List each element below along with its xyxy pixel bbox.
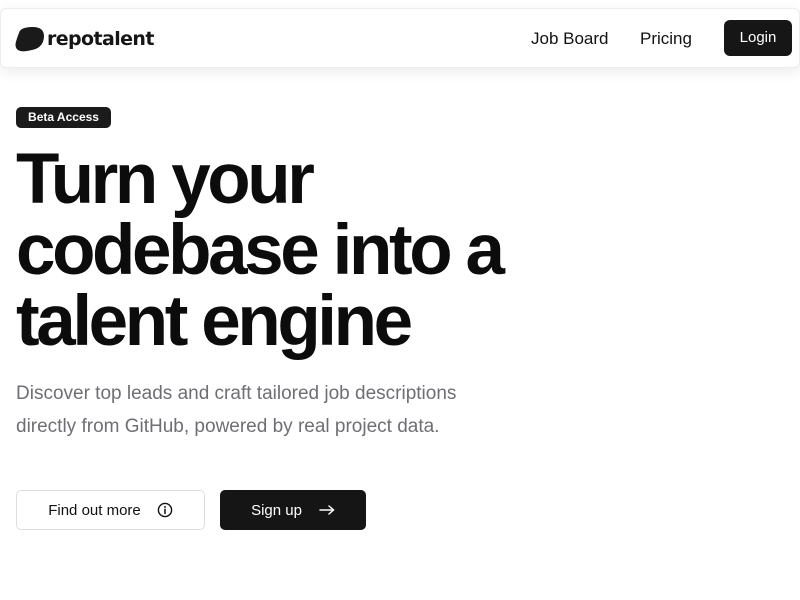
brand-name: repotalent xyxy=(47,28,154,50)
find-out-more-button[interactable]: Find out more xyxy=(16,490,205,530)
hero-title-line: codebase into a xyxy=(16,211,505,290)
arrow-right-icon xyxy=(319,504,335,516)
sign-up-label: Sign up xyxy=(251,501,302,519)
hero-subtitle: Discover top leads and craft tailored jo… xyxy=(16,383,457,437)
login-button[interactable]: Login xyxy=(724,20,792,56)
nav-link-job-board[interactable]: Job Board xyxy=(531,28,609,50)
info-icon xyxy=(157,502,173,518)
blob-logo-icon xyxy=(15,27,44,52)
sign-up-button[interactable]: Sign up xyxy=(220,490,366,530)
top-navbar: repotalent Job Board Pricing Login xyxy=(0,8,800,68)
hero-title-line: talent engine xyxy=(16,282,413,361)
nav-link-pricing[interactable]: Pricing xyxy=(640,28,692,50)
beta-access-badge: Beta Access xyxy=(16,107,111,128)
hero-title-line: Turn your xyxy=(16,140,315,219)
find-out-more-label: Find out more xyxy=(48,501,141,519)
landing-page: repotalent Job Board Pricing Login Beta … xyxy=(0,0,800,600)
brand-logo[interactable]: repotalent xyxy=(15,26,154,53)
hero-title: Turn your codebase into a talent engine xyxy=(16,144,576,357)
